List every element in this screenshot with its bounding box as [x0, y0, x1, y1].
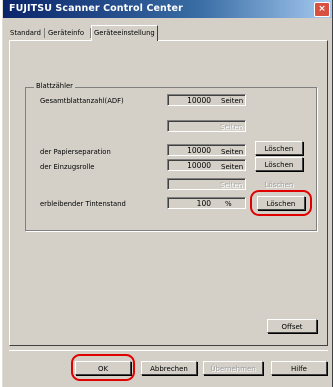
row-label-ink: erbleibender Tintenstand	[40, 200, 126, 208]
unit-disabled-1: Seiten	[221, 124, 244, 132]
clear-disabled-button[interactable]: Löschen	[255, 177, 303, 191]
tab-standard[interactable]: Standard	[8, 27, 43, 39]
unit-separation: Seiten	[221, 148, 244, 156]
close-icon: ×	[318, 4, 326, 14]
counter-group-title: Blattzähler	[34, 82, 75, 90]
clear-separation-button[interactable]: Löschen	[255, 141, 303, 155]
tab-geraeteinfo[interactable]: Geräteinfo	[46, 27, 86, 39]
help-button[interactable]: Hilfe	[271, 361, 327, 375]
dialog-window: FUJITSU Scanner Control Center × Standar…	[2, 0, 333, 387]
unit-ink: %	[225, 200, 232, 208]
separator	[9, 350, 328, 351]
highlight-clear-ink	[250, 190, 312, 216]
offset-button[interactable]: Offset	[267, 319, 317, 333]
row-label-separation: der Papierseparation	[40, 148, 111, 156]
row-label-adf: Gesamtblattanzahl(ADF)	[40, 97, 124, 105]
cancel-button[interactable]: Abbrechen	[141, 361, 197, 375]
clear-pickroller-button[interactable]: Löschen	[255, 157, 303, 171]
row-label-pickroller: der Einzugsrolle	[40, 163, 95, 171]
title-bar[interactable]: FUJITSU Scanner Control Center ×	[3, 0, 332, 18]
apply-button[interactable]: Übernehmen	[203, 361, 263, 375]
unit-disabled-2: Seiten	[221, 182, 244, 190]
highlight-ok	[71, 354, 135, 381]
window-title: FUJITSU Scanner Control Center	[9, 3, 183, 14]
tab-divider	[44, 28, 45, 38]
unit-pickroller: Seiten	[221, 163, 244, 171]
value-field-ink: 100	[167, 197, 246, 209]
close-button[interactable]: ×	[314, 2, 330, 17]
unit-adf: Seiten	[221, 97, 244, 105]
tab-geraeteeinstellung[interactable]: Geräteeinstellung	[91, 25, 158, 41]
